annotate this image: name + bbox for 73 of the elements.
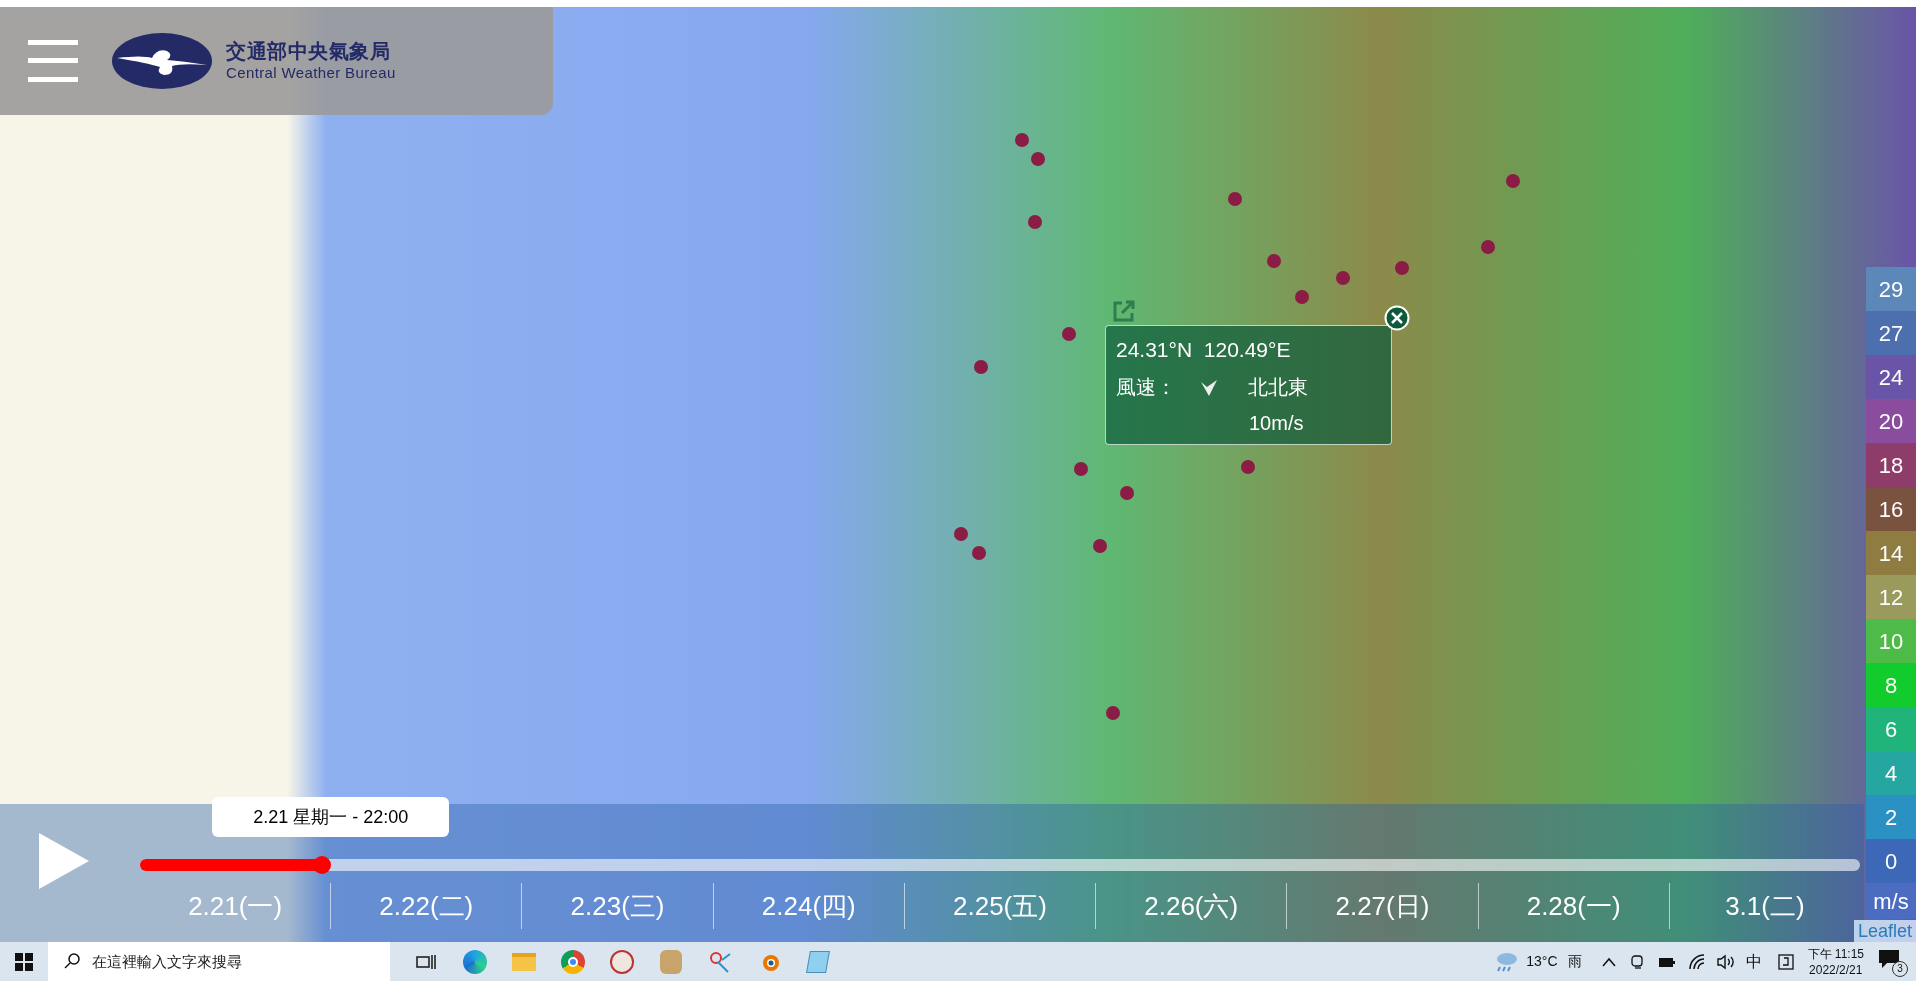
taskbar-search-field[interactable]: 在這裡輸入文字來搜尋 xyxy=(48,942,390,981)
legend-value: 6 xyxy=(1866,707,1916,751)
speaker-icon[interactable] xyxy=(1715,953,1736,970)
legend-unit: m/s xyxy=(1866,883,1916,919)
map-marker[interactable] xyxy=(1074,462,1088,476)
map-marker[interactable] xyxy=(1120,486,1134,500)
header-title: 交通部中央氣象局 xyxy=(226,39,391,65)
close-icon[interactable] xyxy=(1384,305,1410,331)
date-label[interactable]: 2.22(二) xyxy=(379,886,474,926)
leaflet-link[interactable]: Leaflet xyxy=(1853,920,1916,942)
map-marker[interactable] xyxy=(974,360,988,374)
legend-value: 18 xyxy=(1866,443,1916,487)
wind-speed-label: 風速： xyxy=(1116,374,1177,400)
chevron-up-icon[interactable] xyxy=(1601,956,1616,967)
map-marker[interactable] xyxy=(1336,271,1350,285)
legend-value: 20 xyxy=(1866,399,1916,443)
windows-start-icon[interactable] xyxy=(15,952,33,971)
map-marker[interactable] xyxy=(1295,290,1309,304)
search-icon xyxy=(64,953,80,969)
legend-value: 16 xyxy=(1866,487,1916,531)
keyboard-mode-icon[interactable] xyxy=(1777,953,1794,970)
play-button[interactable] xyxy=(38,832,90,890)
temperature-text[interactable]: 13°C xyxy=(1526,951,1558,972)
camera-icon[interactable] xyxy=(1629,953,1646,970)
legend-value: 4 xyxy=(1866,751,1916,795)
date-label[interactable]: 2.23(三) xyxy=(570,886,665,926)
wind-direction-text: 北北東 xyxy=(1248,374,1308,400)
input-method-indicator[interactable]: 中 xyxy=(1745,949,1762,974)
external-link-icon[interactable] xyxy=(1112,299,1136,323)
map-marker[interactable] xyxy=(954,527,968,541)
coordinates-text: 24.31°N 120.49°E xyxy=(1116,337,1292,363)
header-subtitle: Central Weather Bureau xyxy=(226,64,396,83)
map-marker[interactable] xyxy=(1395,261,1409,275)
legend-value: 2 xyxy=(1866,795,1916,839)
legend-value: 0 xyxy=(1866,839,1916,883)
legend-value: 10 xyxy=(1866,619,1916,663)
map-marker[interactable] xyxy=(1093,539,1107,553)
wifi-icon[interactable] xyxy=(1687,953,1706,970)
map-marker[interactable] xyxy=(1028,215,1042,229)
date-label[interactable]: 2.27(日) xyxy=(1335,886,1430,926)
legend-value: 8 xyxy=(1866,663,1916,707)
date-label[interactable]: 2.28(一) xyxy=(1526,886,1621,926)
weather-condition-text[interactable]: 雨 xyxy=(1567,951,1582,972)
map-marker[interactable] xyxy=(1506,174,1520,188)
map-marker[interactable] xyxy=(1106,706,1120,720)
logo-icon xyxy=(112,33,212,89)
date-label[interactable]: 2.26(六) xyxy=(1144,886,1239,926)
legend-value: 14 xyxy=(1866,531,1916,575)
map-marker[interactable] xyxy=(1228,192,1242,206)
legend-value: 12 xyxy=(1866,575,1916,619)
map-marker[interactable] xyxy=(1267,254,1281,268)
map-marker[interactable] xyxy=(1481,240,1495,254)
wind-speed-value: 10m/s xyxy=(1249,410,1305,436)
rain-cloud-icon[interactable] xyxy=(1494,950,1519,973)
date-label[interactable]: 2.24(四) xyxy=(761,886,856,926)
time-tooltip: 2.21 星期一 - 22:00 xyxy=(212,797,450,837)
map-marker[interactable] xyxy=(1015,133,1029,147)
date-label[interactable]: 2.25(五) xyxy=(953,886,1047,926)
legend-value: 27 xyxy=(1866,311,1916,355)
notification-count: 3 xyxy=(1892,960,1908,977)
clock[interactable]: 下午 11:15 2022/2/21 xyxy=(1807,945,1864,978)
clock-date: 2022/2/21 xyxy=(1809,961,1863,978)
map-marker[interactable] xyxy=(1241,460,1255,474)
timeline-thumb[interactable] xyxy=(313,856,332,874)
map-marker[interactable] xyxy=(972,546,986,560)
date-label[interactable]: 3.1(二) xyxy=(1725,886,1805,926)
weather-map[interactable]: 交通部中央氣象局 Central Weather Bureau 24.31°N 120.49°E 風速： 北北東 10m/s 29 27 24 20 18 16 14 12 10 8 6 4 2 0 m/s 2.21 星期一 - 22:00 2.21(一) 2.22(二) 2.23(三) 2.24(四) 2.25(五) 2.26(六) 2.27(日) 2.28(一) 3.1(二) Leaflet xyxy=(0,7,1916,942)
map-marker[interactable] xyxy=(1062,327,1076,341)
menu-icon[interactable] xyxy=(28,40,78,82)
clock-time: 下午 11:15 xyxy=(1807,945,1864,962)
map-marker[interactable] xyxy=(1031,152,1045,166)
timeline-track[interactable] xyxy=(140,859,1860,871)
legend-value: 29 xyxy=(1866,267,1916,311)
